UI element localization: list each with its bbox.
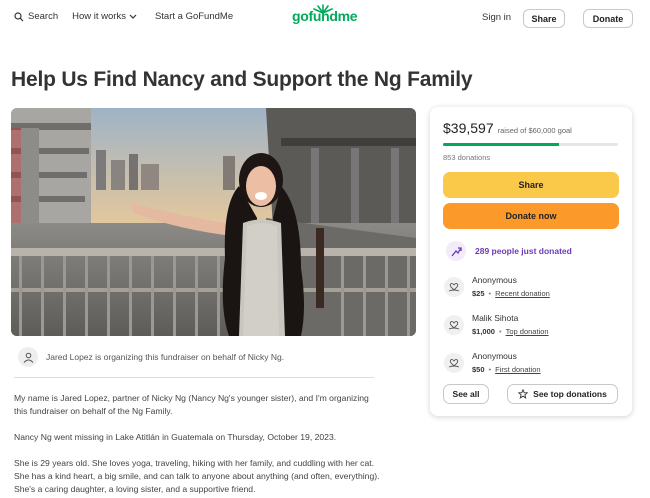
search-icon [14, 11, 24, 21]
organizer-text: Jared Lopez is organizing this fundraise… [46, 352, 285, 362]
search-link[interactable]: Search [14, 11, 58, 22]
donation-item: Anonymous $50 • First donation [444, 351, 541, 374]
campaign-photo [11, 108, 416, 336]
donation-tag-link[interactable]: Top donation [506, 327, 549, 336]
see-top-donations-button[interactable]: See top donations [507, 384, 618, 404]
how-it-works-label: How it works [72, 11, 126, 22]
raised-summary: $39,597 raised of $60,000 goal [443, 120, 572, 136]
separator: • [488, 289, 492, 298]
donation-item: Anonymous $25 • Recent donation [444, 275, 550, 298]
avatar [18, 347, 38, 367]
how-it-works-menu[interactable]: How it works [72, 11, 137, 22]
hands-heart-icon [444, 277, 464, 297]
donor-details: $50 • First donation [472, 365, 541, 374]
user-icon [23, 352, 33, 363]
see-top-donations-label: See top donations [533, 389, 607, 399]
share-button[interactable]: Share [443, 172, 619, 198]
nav-left: Search How it works Start a GoFundMe [14, 11, 233, 22]
story-paragraph: My name is Jared Lopez, partner of Nicky… [14, 393, 369, 416]
trend-text: 289 people just donated [475, 246, 572, 256]
hands-heart-icon [444, 315, 464, 335]
see-all-button[interactable]: See all [443, 384, 489, 404]
donor-amount: $50 [472, 365, 485, 374]
recent-activity: 289 people just donated [446, 241, 572, 261]
header-donate-button[interactable]: Donate [583, 9, 633, 28]
story-paragraph: She is 29 years old. She loves yoga, tra… [14, 458, 380, 494]
trend-up-icon [446, 241, 466, 261]
page-title: Help Us Find Nancy and Support the Ng Fa… [11, 68, 473, 91]
progress-bar [443, 143, 618, 146]
goal-text: raised of $60,000 goal [497, 126, 572, 135]
donor-amount: $25 [472, 289, 485, 298]
star-icon [518, 389, 529, 399]
donor-details: $1,000 • Top donation [472, 327, 549, 336]
story-text: My name is Jared Lopez, partner of Nicky… [14, 392, 382, 498]
start-gofundme-link[interactable]: Start a GoFundMe [155, 11, 233, 22]
donate-now-button[interactable]: Donate now [443, 203, 619, 229]
header-share-button[interactable]: Share [523, 9, 565, 28]
donor-name: Malik Sihota [472, 313, 519, 323]
donor-name: Anonymous [472, 275, 517, 285]
donor-name: Anonymous [472, 351, 517, 361]
gofundme-logo[interactable]: gofundme [292, 8, 358, 24]
chevron-down-icon [129, 14, 137, 19]
donation-tag-link[interactable]: First donation [495, 365, 540, 374]
donation-tag-link[interactable]: Recent donation [495, 289, 550, 298]
search-label: Search [28, 11, 59, 22]
separator: • [488, 365, 492, 374]
top-nav: Search How it works Start a GoFundMe gof… [0, 0, 650, 36]
raised-amount: $39,597 [443, 120, 494, 136]
donation-count: 853 donations [443, 153, 491, 162]
divider [14, 377, 374, 378]
donor-amount: $1,000 [472, 327, 495, 336]
progress-fill [443, 143, 559, 146]
story-paragraph: Nancy Ng went missing in Lake Atitlán in… [14, 432, 337, 442]
organizer-row: Jared Lopez is organizing this fundraise… [18, 347, 284, 367]
donation-card: $39,597 raised of $60,000 goal 853 donat… [430, 107, 632, 416]
donation-item: Malik Sihota $1,000 • Top donation [444, 313, 549, 336]
separator: • [498, 327, 502, 336]
sign-in-link[interactable]: Sign in [482, 12, 511, 23]
donor-details: $25 • Recent donation [472, 289, 550, 298]
hands-heart-icon [444, 353, 464, 373]
